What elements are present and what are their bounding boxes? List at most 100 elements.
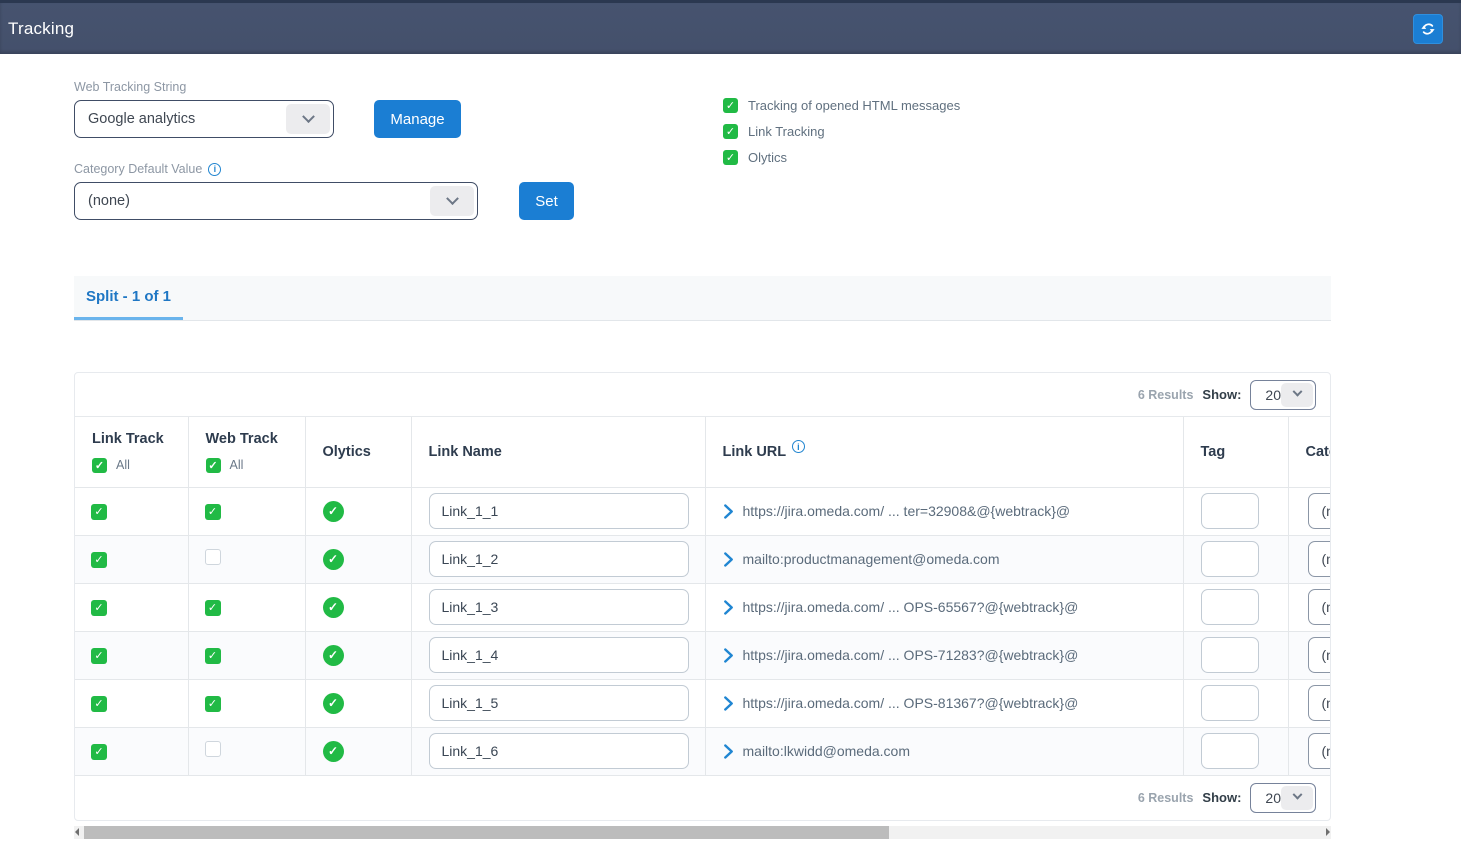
col-link-track-label: Link Track <box>92 431 188 447</box>
web-track-checkbox[interactable] <box>205 549 221 565</box>
tag-cell <box>1183 679 1288 727</box>
category-select[interactable]: (none) <box>1308 493 1331 529</box>
toggle-label: Link Tracking <box>748 124 825 139</box>
category-select[interactable]: (none) <box>1308 541 1331 577</box>
web-track-checkbox[interactable]: ✓ <box>205 696 221 712</box>
col-tag: Tag <box>1183 417 1288 487</box>
category-default-label-text: Category Default Value <box>74 162 202 176</box>
link-name-cell <box>411 727 705 775</box>
tag-input[interactable] <box>1201 637 1259 673</box>
web-track-select-all-checkbox[interactable]: ✓ <box>206 458 221 473</box>
toggle-row: ✓ Olytics <box>723 150 960 165</box>
horizontal-scrollbar[interactable] <box>74 826 1331 839</box>
link-name-input[interactable] <box>429 637 689 673</box>
toggle-checkbox[interactable]: ✓ <box>723 150 738 165</box>
category-select[interactable]: (none) <box>1308 637 1331 673</box>
chevron-down-icon <box>1281 786 1313 810</box>
web-track-cell: ✓ <box>188 583 305 631</box>
link-track-select-all-checkbox[interactable]: ✓ <box>92 458 107 473</box>
chevron-down-icon <box>430 186 474 216</box>
link-track-checkbox[interactable]: ✓ <box>91 744 107 760</box>
link-track-cell: ✓ <box>75 631 188 679</box>
links-table: Link Track ✓ All Web Track ✓ All Olyt <box>75 417 1330 776</box>
category-cell: (none) <box>1288 583 1330 631</box>
table-header-row: Link Track ✓ All Web Track ✓ All Olyt <box>75 417 1330 487</box>
category-cell: (none) <box>1288 487 1330 535</box>
refresh-button[interactable] <box>1413 14 1443 44</box>
page-title: Tracking <box>8 19 74 39</box>
refresh-icon <box>1419 20 1437 38</box>
web-tracking-label-text: Web Tracking String <box>74 80 186 94</box>
olytics-check-icon: ✓ <box>323 597 344 618</box>
info-icon[interactable]: i <box>208 163 221 176</box>
results-count: 6 Results <box>1138 388 1194 402</box>
toggle-checkbox[interactable]: ✓ <box>723 124 738 139</box>
scrollbar-thumb[interactable] <box>84 826 889 839</box>
olytics-check-icon: ✓ <box>323 501 344 522</box>
olytics-cell: ✓ <box>305 631 411 679</box>
link-name-cell <box>411 583 705 631</box>
link-name-input[interactable] <box>429 685 689 721</box>
link-name-input[interactable] <box>429 733 689 769</box>
web-track-cell <box>188 535 305 583</box>
tag-input[interactable] <box>1201 685 1259 721</box>
category-select[interactable]: (none) <box>1308 685 1331 721</box>
category-select[interactable]: (none) <box>1308 589 1331 625</box>
olytics-cell: ✓ <box>305 487 411 535</box>
category-select[interactable]: (none) <box>1308 733 1331 769</box>
tag-cell <box>1183 535 1288 583</box>
link-track-checkbox[interactable]: ✓ <box>91 696 107 712</box>
tag-cell <box>1183 487 1288 535</box>
olytics-check-icon: ✓ <box>323 645 344 666</box>
link-name-input[interactable] <box>429 541 689 577</box>
info-icon[interactable]: i <box>792 440 805 453</box>
scroll-right-arrow[interactable] <box>1326 828 1330 836</box>
tag-input[interactable] <box>1201 541 1259 577</box>
link-url-text: https://jira.omeda.com/ ... OPS-81367?@{… <box>743 695 1079 711</box>
col-category: Category <box>1288 417 1330 487</box>
tracking-controls: Web Tracking String Google analytics Man… <box>74 80 1461 220</box>
link-track-checkbox[interactable]: ✓ <box>91 648 107 664</box>
olytics-cell: ✓ <box>305 679 411 727</box>
category-cell: (none) <box>1288 727 1330 775</box>
show-per-page-select[interactable]: 20 <box>1250 380 1316 410</box>
toggle-checkbox[interactable]: ✓ <box>723 98 738 113</box>
links-panel: 6 Results Show: 20 Link Track ✓ All <box>74 372 1331 821</box>
link-url-text: mailto:lkwidd@omeda.com <box>743 743 911 759</box>
tag-cell <box>1183 583 1288 631</box>
olytics-cell: ✓ <box>305 727 411 775</box>
tag-input[interactable] <box>1201 589 1259 625</box>
scroll-left-arrow[interactable] <box>75 828 79 836</box>
col-link-url: Link URL i <box>705 417 1183 487</box>
app-header: Tracking <box>0 0 1461 54</box>
link-track-checkbox[interactable]: ✓ <box>91 504 107 520</box>
web-track-checkbox[interactable]: ✓ <box>205 648 221 664</box>
chevron-down-icon <box>1281 383 1313 407</box>
web-tracking-select[interactable]: Google analytics <box>74 100 334 138</box>
toggle-label: Tracking of opened HTML messages <box>748 98 960 113</box>
manage-button[interactable]: Manage <box>374 100 461 138</box>
link-track-checkbox[interactable]: ✓ <box>91 552 107 568</box>
tab-split-1[interactable]: Split - 1 of 1 <box>74 276 183 320</box>
web-track-cell: ✓ <box>188 487 305 535</box>
category-default-select[interactable]: (none) <box>74 182 478 220</box>
show-per-page-select[interactable]: 20 <box>1250 783 1316 813</box>
link-track-cell: ✓ <box>75 487 188 535</box>
toggle-label: Olytics <box>748 150 787 165</box>
category-default-value: (none) <box>88 193 130 209</box>
web-track-checkbox[interactable] <box>205 741 221 757</box>
web-track-checkbox[interactable]: ✓ <box>205 600 221 616</box>
set-button[interactable]: Set <box>519 182 574 220</box>
link-name-input[interactable] <box>429 589 689 625</box>
category-cell: (none) <box>1288 679 1330 727</box>
tag-input[interactable] <box>1201 733 1259 769</box>
web-track-checkbox[interactable]: ✓ <box>205 504 221 520</box>
show-label: Show: <box>1202 387 1241 402</box>
link-track-checkbox[interactable]: ✓ <box>91 600 107 616</box>
link-url-text: https://jira.omeda.com/ ... OPS-65567?@{… <box>743 599 1079 615</box>
link-name-input[interactable] <box>429 493 689 529</box>
tag-input[interactable] <box>1201 493 1259 529</box>
col-olytics: Olytics <box>305 417 411 487</box>
toggle-row: ✓ Link Tracking <box>723 124 960 139</box>
table-row: ✓ ✓ ✓ https://jira.omeda.com/ ... OPS-65567… <box>75 583 1330 631</box>
